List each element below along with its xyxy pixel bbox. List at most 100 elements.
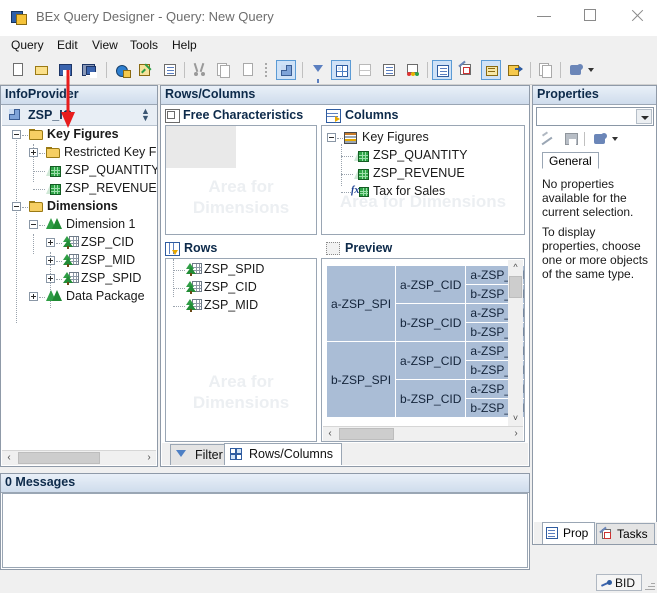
cut-button[interactable] [190, 60, 210, 80]
preview-vscrollbar[interactable]: ^ ˅ [508, 260, 523, 426]
tree-node-zsp-quantity[interactable]: ZSP_QUANTITY [2, 162, 157, 180]
rows-item-zsp-cid[interactable]: ZSP_CID [166, 279, 316, 297]
table-row[interactable]: b-ZSP_SPI a-ZSP_CID a-ZSP_MID [325, 341, 524, 418]
properties-button[interactable] [432, 60, 452, 80]
expander-minus-icon[interactable] [12, 202, 21, 211]
messages-button[interactable] [481, 60, 501, 80]
columns-node-key-figures[interactable]: Key Figures [322, 129, 524, 147]
scroll-right-icon[interactable]: › [509, 427, 523, 441]
tab-label: Rows/Columns [249, 447, 334, 461]
tab-general[interactable]: General [542, 152, 599, 169]
tree-node-zsp-mid[interactable]: ZSP_MID [2, 252, 157, 270]
scroll-left-icon[interactable]: ‹ [323, 427, 337, 441]
tree-node-zsp-revenue[interactable]: ZSP_REVENUE [2, 180, 157, 198]
documents-button[interactable] [536, 60, 556, 80]
infoprovider-button[interactable] [276, 60, 296, 80]
preview-area[interactable]: a-ZSP_SPI a-ZSP_CID a-ZSP_MID b-ZSP_MID … [321, 258, 525, 442]
tab-filter[interactable]: Filter [170, 444, 232, 465]
columns-item-zsp-quantity[interactable]: ZSP_QUANTITY [322, 147, 524, 165]
preview-cell-cid: b-ZSP_CID [395, 379, 467, 418]
preview-hscrollbar[interactable]: ‹ › [323, 426, 523, 441]
resize-grip[interactable] [643, 579, 655, 591]
infoprovider-tree[interactable]: Key Figures Restricted Key Fig ZSP_QUANT… [2, 126, 157, 451]
tree-node-dimensions[interactable]: Dimensions [2, 198, 157, 216]
rows-dropzone[interactable]: Area for Dimensions ZSP_SPID ZSP_CID ZSP… [165, 258, 317, 442]
properties-settings-button[interactable] [590, 129, 610, 149]
conditions-button[interactable] [379, 60, 399, 80]
filter-button[interactable] [308, 60, 328, 83]
check-query-button[interactable] [136, 60, 156, 80]
infoprovider-hscrollbar[interactable]: ‹ › [2, 450, 156, 465]
tree-node-zsp-spid[interactable]: ZSP_SPID [2, 270, 157, 288]
edit-properties-button[interactable] [538, 129, 558, 149]
expander-plus-icon[interactable] [46, 256, 55, 265]
tree-node-data-package[interactable]: Data Package [2, 288, 157, 306]
save-query-button[interactable] [56, 60, 76, 80]
tree-node-restricted-key-figures[interactable]: Restricted Key Fig [2, 144, 157, 162]
menu-tools[interactable]: Tools [125, 38, 163, 54]
minimize-button[interactable] [522, 0, 568, 30]
infoprovider-spinner-icon[interactable]: ▲ ▼ [140, 107, 151, 123]
rows-item-zsp-mid[interactable]: ZSP_MID [166, 297, 316, 315]
filter-icon [176, 450, 186, 457]
paste-button[interactable] [238, 60, 258, 80]
columns-dropzone[interactable]: Area for Dimensions Key Figures ZSP_QUAN… [321, 125, 525, 235]
tree-label: ZSP_SPID [204, 262, 265, 276]
scroll-up-icon[interactable]: ^ [508, 260, 523, 275]
cell-definition-button[interactable] [355, 60, 375, 80]
expander-plus-icon[interactable] [29, 148, 38, 157]
menu-edit[interactable]: Edit [52, 38, 83, 54]
free-characteristics-dropzone[interactable]: Area for Dimensions [165, 125, 317, 235]
tree-label: ZSP_REVENUE [373, 166, 465, 180]
menu-view[interactable]: View [87, 38, 123, 54]
chevron-down-icon[interactable] [636, 109, 652, 124]
rows-columns-button[interactable] [331, 60, 351, 80]
rows-item-zsp-spid[interactable]: ZSP_SPID [166, 261, 316, 279]
maximize-button[interactable] [568, 0, 614, 30]
save-properties-button[interactable] [562, 129, 582, 149]
tree-label: Key Figures [362, 130, 429, 144]
columns-item-tax-for-sales[interactable]: fx Tax for Sales [322, 183, 524, 201]
menu-help[interactable]: Help [167, 38, 202, 54]
publish-button[interactable] [112, 60, 132, 80]
scroll-left-icon[interactable]: ‹ [2, 451, 16, 465]
tree-node-key-figures[interactable]: Key Figures [2, 126, 157, 144]
where-used-button[interactable] [505, 60, 525, 80]
infoprovider-selector[interactable]: ZSP_IC ▲ ▼ [2, 105, 157, 126]
tab-rows-columns[interactable]: Rows/Columns [224, 443, 343, 465]
infoprovider-title: InfoProvider [1, 86, 157, 105]
messages-list[interactable] [2, 493, 528, 568]
expander-minus-icon[interactable] [12, 130, 21, 139]
rows-label: Rows [184, 241, 218, 255]
expander-plus-icon[interactable] [46, 238, 55, 247]
tasks-button[interactable] [456, 60, 476, 80]
toolbar-grip[interactable] [265, 63, 268, 77]
expander-minus-icon[interactable] [29, 220, 38, 229]
copy-button[interactable] [214, 60, 234, 80]
table-row[interactable]: a-ZSP_SPI a-ZSP_CID a-ZSP_MID [325, 265, 524, 342]
scroll-down-icon[interactable]: ˅ [508, 411, 523, 426]
save-as-button[interactable] [80, 60, 100, 80]
tree-node-zsp-cid[interactable]: ZSP_CID [2, 234, 157, 252]
query-properties-button[interactable] [160, 60, 180, 80]
folder-icon [29, 201, 43, 212]
menu-query[interactable]: Query [6, 38, 49, 54]
settings-button[interactable] [566, 60, 586, 80]
exceptions-button[interactable] [403, 60, 423, 80]
tab-prop[interactable]: Prop [542, 522, 596, 544]
tree-node-dimension-1[interactable]: Dimension 1 [2, 216, 157, 234]
settings-dropdown-caret[interactable] [588, 68, 594, 72]
properties-settings-caret[interactable] [612, 137, 618, 141]
tab-tasks[interactable]: Tasks [596, 523, 655, 544]
columns-item-zsp-revenue[interactable]: ZSP_REVENUE [322, 165, 524, 183]
open-query-button[interactable] [32, 60, 52, 80]
expander-plus-icon[interactable] [29, 292, 38, 301]
new-query-button[interactable] [8, 60, 28, 80]
folder-icon [29, 129, 43, 140]
rows-columns-tabstrip: Filter Rows/Columns [162, 443, 528, 465]
properties-object-selector[interactable] [536, 107, 654, 126]
close-button[interactable] [614, 0, 657, 30]
expander-plus-icon[interactable] [46, 274, 55, 283]
scroll-right-icon[interactable]: › [142, 451, 156, 465]
expander-minus-icon[interactable] [327, 133, 336, 142]
